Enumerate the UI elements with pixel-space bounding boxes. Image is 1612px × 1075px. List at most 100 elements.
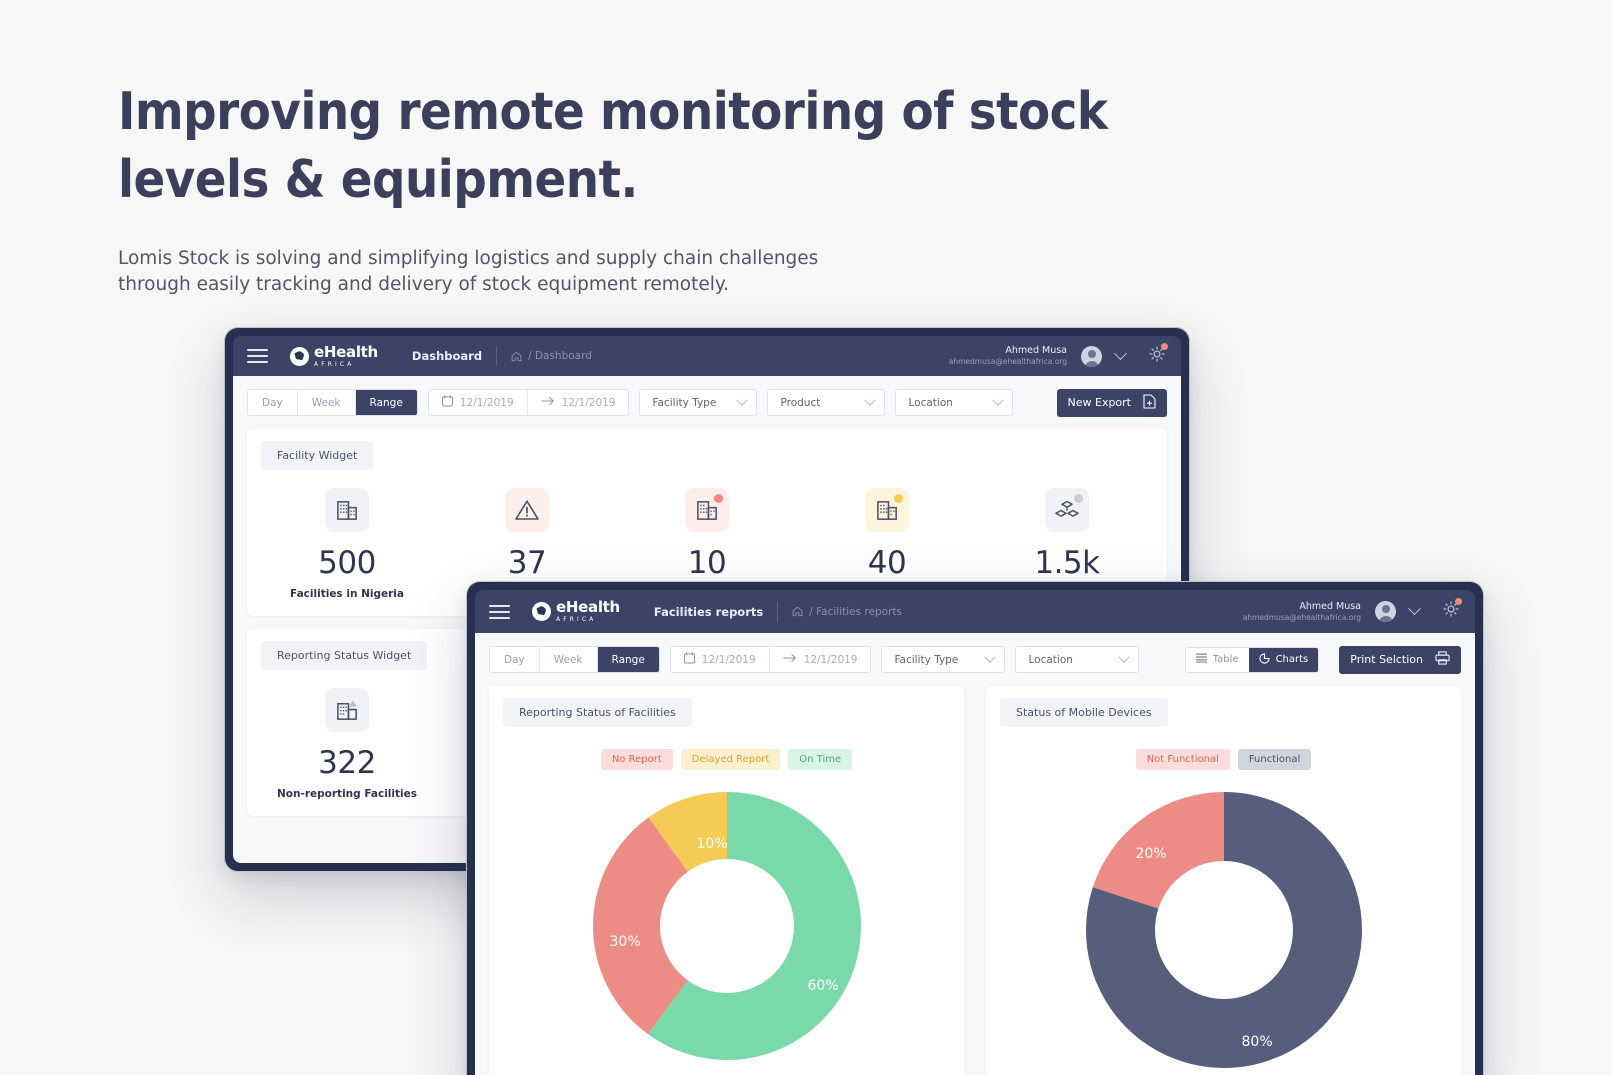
user-email: ahmedmusa@ehealthafrica.org: [1242, 612, 1361, 622]
facility-type-select-back[interactable]: Facility Type: [639, 389, 758, 416]
logo-name: eHealth: [314, 342, 378, 361]
page-subtitle: Lomis Stock is solving and simplifying l…: [118, 248, 819, 295]
table-icon: [1195, 653, 1207, 666]
notification-dot: [1455, 598, 1462, 605]
facility-type-value: Facility Type: [894, 653, 959, 666]
chart-1-label-no-report: 30%: [609, 934, 641, 950]
alert-dot: [714, 494, 723, 503]
user-info[interactable]: Ahmed Musa ahmedmusa@ehealthafrica.org: [1243, 601, 1361, 622]
pie-chart-icon: [1258, 652, 1270, 667]
date-range-picker-back[interactable]: 12/1/2019 12/1/2019: [427, 389, 630, 416]
view-mode-charts[interactable]: Charts: [1248, 647, 1319, 672]
date-from-value: 12/1/2019: [459, 396, 514, 409]
stat-label: Non-reporting Facilities: [277, 788, 417, 800]
file-plus-icon: [1143, 393, 1156, 412]
building-up-icon: [325, 688, 369, 732]
building-warning-icon: [865, 488, 909, 532]
navbar-right-back: Ahmed Musa ahmedmusa@ehealthafrica.org: [949, 342, 1168, 369]
legend-item-not-functional[interactable]: Not Functional: [1135, 749, 1230, 770]
location-select-back[interactable]: Location: [895, 389, 1014, 416]
view-mode-table[interactable]: Table: [1186, 648, 1249, 672]
globe-icon: [532, 602, 551, 621]
new-export-label: New Export: [1067, 396, 1132, 409]
legend-item-functional[interactable]: Functional: [1237, 749, 1312, 770]
navbar-back: eHealth AFRICA Dashboard / Dashboard Ahm…: [233, 336, 1181, 376]
breadcrumb-back: / Dashboard: [511, 350, 592, 362]
chart-2-legend: Not Functional Functional: [986, 749, 1461, 770]
legend-item-on-time[interactable]: On Time: [788, 749, 853, 770]
segment-week[interactable]: Week: [297, 390, 356, 415]
home-icon: [511, 351, 522, 362]
dashboard-window-front: eHealth AFRICA Facilities reports / Faci…: [466, 581, 1484, 1075]
stat-non-reporting-facilities: 322 Non-reporting Facilities: [257, 688, 437, 800]
page-root: Improving remote monitoring of stock lev…: [0, 0, 1612, 1075]
home-icon: [792, 606, 803, 617]
chart-1-label-on-time: 60%: [807, 978, 839, 994]
nav-title-front: Facilities reports: [653, 604, 764, 619]
menu-icon[interactable]: [489, 604, 510, 619]
stat-value: 500: [318, 545, 376, 581]
date-from-cell[interactable]: 12/1/2019: [671, 647, 769, 672]
chart-2-donut-wrap: 20% 80%: [986, 792, 1461, 1073]
breadcrumb-front: / Facilities reports: [792, 606, 902, 618]
view-mode-toggle[interactable]: Table Charts: [1184, 646, 1320, 673]
date-to-cell[interactable]: 12/1/2019: [526, 390, 629, 415]
date-from-cell[interactable]: 12/1/2019: [429, 390, 527, 415]
stat-label: Facilities in Nigeria: [290, 588, 404, 600]
new-export-button[interactable]: New Export: [1056, 388, 1167, 417]
chart-1-label-delayed: 10%: [696, 836, 728, 852]
print-selection-button[interactable]: Print Selction: [1339, 645, 1461, 674]
boxes-icon: [1045, 488, 1089, 532]
settings-button[interactable]: [1147, 342, 1168, 369]
building-alert-icon: [685, 488, 729, 532]
settings-button[interactable]: [1441, 598, 1462, 624]
calendar-icon: [441, 395, 453, 410]
facility-widget-tag: Facility Widget: [261, 441, 374, 470]
building-icon: [325, 488, 369, 532]
location-value: Location: [1028, 653, 1073, 666]
segment-day[interactable]: Day: [248, 390, 298, 415]
user-email: ahmedmusa@ehealthafrica.org: [948, 357, 1067, 367]
segment-range[interactable]: Range: [355, 390, 417, 415]
user-info[interactable]: Ahmed Musa ahmedmusa@ehealthafrica.org: [949, 345, 1067, 366]
chart-1-legend: No Report Delayed Report On Time: [489, 749, 964, 770]
chevron-down-icon[interactable]: [1114, 346, 1127, 360]
breadcrumb-text: / Facilities reports: [809, 605, 902, 618]
printer-icon: [1435, 651, 1450, 668]
chart-1-donut: 10% 30% 60%: [592, 792, 861, 1065]
legend-item-delayed-report[interactable]: Delayed Report: [680, 749, 781, 770]
avatar[interactable]: [1375, 601, 1396, 622]
logo-tagline: AFRICA: [556, 616, 597, 623]
stat-facilities-in-nigeria: 500 Facilities in Nigeria: [257, 488, 437, 600]
date-range-picker-front[interactable]: 12/1/2019 12/1/2019: [669, 646, 872, 673]
logo-name: eHealth: [556, 598, 620, 616]
segment-range[interactable]: Range: [597, 647, 659, 672]
calendar-icon: [683, 652, 695, 667]
chevron-down-icon: [984, 651, 997, 663]
location-select-front[interactable]: Location: [1015, 646, 1140, 673]
chevron-down-icon[interactable]: [1408, 602, 1421, 616]
chevron-down-icon: [992, 394, 1005, 406]
logo: eHealth AFRICA: [290, 342, 378, 368]
avatar[interactable]: [1081, 345, 1102, 367]
date-to-cell[interactable]: 12/1/2019: [768, 647, 871, 672]
notification-dot: [1161, 342, 1168, 350]
range-segmented-control-front[interactable]: Day Week Range: [489, 646, 660, 673]
facility-type-select-front[interactable]: Facility Type: [881, 646, 1006, 673]
logo: eHealth AFRICA: [532, 600, 620, 623]
arrow-right-icon: [782, 653, 797, 666]
range-segmented-control-back[interactable]: Day Week Range: [247, 389, 418, 416]
product-value: Product: [780, 396, 821, 409]
chevron-down-icon: [864, 394, 877, 406]
product-select-back[interactable]: Product: [767, 389, 886, 416]
stat-value: 1.5k: [1034, 545, 1100, 581]
view-mode-charts-label: Charts: [1275, 654, 1309, 665]
content-front: Day Week Range 12/1/2019 12/1/2019 Facil…: [475, 633, 1475, 1075]
segment-day[interactable]: Day: [490, 647, 540, 672]
legend-item-no-report[interactable]: No Report: [600, 749, 673, 770]
segment-week[interactable]: Week: [539, 647, 598, 672]
chart-card-reporting-status: Reporting Status of Facilities No Report…: [489, 686, 964, 1075]
navbar-front: eHealth AFRICA Facilities reports / Faci…: [475, 590, 1475, 633]
stat-value: 37: [507, 545, 547, 581]
menu-icon[interactable]: [247, 349, 268, 363]
